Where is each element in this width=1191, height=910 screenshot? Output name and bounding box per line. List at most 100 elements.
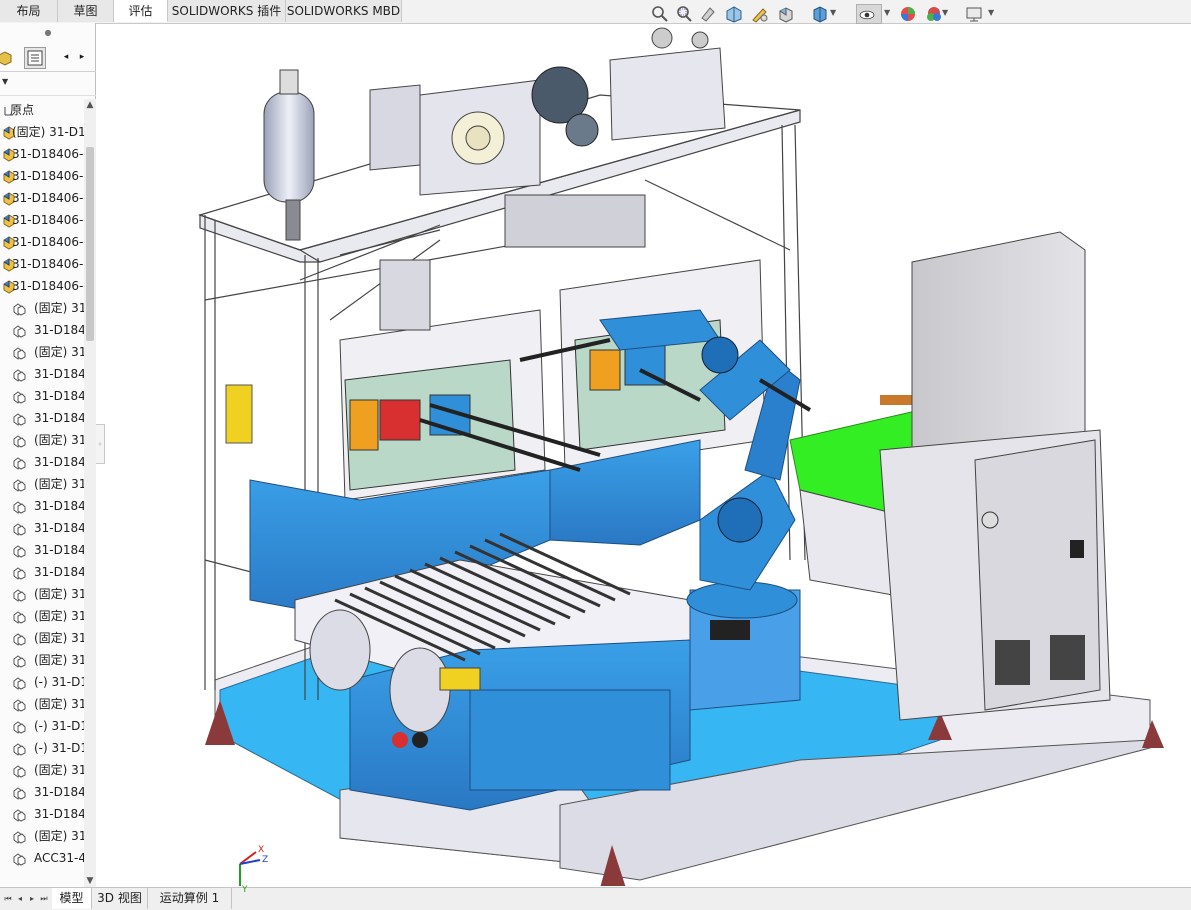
scene-dropdown-arrow[interactable]: ▼	[942, 8, 948, 17]
tree-item[interactable]: (固定) 31	[0, 583, 84, 605]
tree-item[interactable]: 31-D184	[0, 385, 84, 407]
tree-item-label: 31-D184	[34, 367, 84, 381]
tree-item-label: (固定) 31	[34, 477, 84, 491]
edit-appearance-icon[interactable]	[898, 4, 918, 24]
tree-item[interactable]: (固定) 31	[0, 297, 84, 319]
hide-show-items-icon[interactable]	[856, 4, 882, 24]
scroll-thumb[interactable]	[86, 147, 94, 341]
tree-item-label: 原点	[10, 103, 35, 117]
tree-item[interactable]: (-) 31-D1	[0, 671, 84, 693]
previous-tab-icon[interactable]: ◂	[14, 891, 26, 907]
tree-item-label: (固定) 31	[34, 587, 84, 601]
reference-triad: X Y Z	[239, 845, 268, 894]
tree-item-label: (-) 31-D1	[34, 719, 84, 733]
property-manager-tab-icon[interactable]	[24, 47, 46, 69]
tab-solidworks-mbd[interactable]: SOLIDWORKS MBD	[286, 0, 402, 22]
tree-expand-arrow-icon[interactable]: ▼	[2, 77, 8, 86]
panel-grip[interactable]: ●	[0, 23, 96, 43]
tree-item[interactable]: 31-D18406-0	[0, 165, 84, 187]
tab-model[interactable]: 模型	[52, 888, 92, 909]
tree-item[interactable]: 31-D184	[0, 319, 84, 341]
last-tab-icon[interactable]: ⏭	[38, 891, 50, 907]
triad-y-label: Y	[241, 885, 248, 894]
display-style-icon[interactable]	[810, 4, 830, 24]
next-tab-icon[interactable]: ▸	[26, 891, 38, 907]
tree-item[interactable]: 31-D184	[0, 539, 84, 561]
scroll-down-icon[interactable]: ▼	[84, 875, 96, 887]
tree-item[interactable]: (固定) 31	[0, 473, 84, 495]
tree-item[interactable]: 31-D18406-0	[0, 143, 84, 165]
feature-tree: 原点 (固定) 31-D1 31-D18406-0 31-D18406-0 31-D1…	[0, 99, 84, 885]
subassembly-icon	[12, 785, 26, 800]
tab-sketch[interactable]: 草图	[58, 0, 114, 22]
scroll-up-icon[interactable]: ▲	[84, 99, 96, 111]
zoom-to-fit-icon[interactable]	[650, 4, 670, 24]
tree-item[interactable]: 31-D184	[0, 803, 84, 825]
heads-up-view-toolbar: ▼ ▼ ▼ ▼	[646, 4, 1006, 26]
subassembly-icon	[12, 477, 26, 492]
section-view-icon[interactable]	[724, 4, 744, 24]
tree-filter-row: ▼	[0, 73, 96, 96]
tab-3d-view[interactable]: 3D 视图	[92, 888, 148, 909]
bottom-tab-bar: ⏮ ◂ ▸ ⏭ 模型 3D 视图 运动算例 1	[0, 887, 1191, 910]
tree-item[interactable]: (固定) 31	[0, 605, 84, 627]
previous-view-icon[interactable]	[698, 4, 718, 24]
graphics-area[interactable]: X Y Z	[100, 24, 1191, 894]
robot-cell-assembly-model[interactable]	[100, 24, 1191, 886]
panel-scroll-right-icon[interactable]: ▸	[74, 47, 90, 69]
tree-item[interactable]: 31-D18406-0	[0, 209, 84, 231]
tree-item[interactable]: (固定) 31-D1	[0, 121, 84, 143]
tree-item[interactable]: (固定) 31	[0, 759, 84, 781]
tree-item[interactable]: (-) 31-D1	[0, 737, 84, 759]
tree-item-label: ACC31-4	[34, 851, 84, 865]
tree-item[interactable]: 31-D184	[0, 363, 84, 385]
tree-item-label: (-) 31-D1	[34, 675, 84, 689]
subassembly-icon	[12, 345, 26, 360]
feature-manager-tab-icon[interactable]	[0, 47, 16, 69]
tree-item[interactable]: 31-D184	[0, 451, 84, 473]
tree-item[interactable]: (固定) 31	[0, 649, 84, 671]
first-tab-icon[interactable]: ⏮	[2, 891, 14, 907]
tree-item[interactable]: (固定) 31	[0, 825, 84, 847]
tree-item[interactable]: (固定) 31	[0, 693, 84, 715]
tree-item[interactable]: (固定) 31	[0, 429, 84, 451]
tree-item-label: 31-D18406-0	[12, 235, 84, 249]
tree-item[interactable]: 31-D184	[0, 495, 84, 517]
subassembly-icon	[12, 587, 26, 602]
tree-item-label: 31-D184	[34, 543, 84, 557]
subassembly-icon	[12, 389, 26, 404]
tree-item[interactable]: 31-D18406-0	[0, 275, 84, 297]
tab-layout[interactable]: 布局	[0, 0, 58, 22]
manager-tabs: ◂ ▸	[0, 45, 96, 72]
apply-scene-icon[interactable]	[924, 4, 944, 24]
tree-scrollbar[interactable]: ▲ ▼	[84, 99, 96, 887]
view-orientation-icon[interactable]	[776, 4, 796, 24]
tab-motion-study-1[interactable]: 运动算例 1	[148, 888, 232, 909]
view-settings-icon[interactable]	[964, 4, 984, 24]
tab-evaluate[interactable]: 评估	[114, 0, 168, 22]
hydraulic-unit	[369, 27, 726, 196]
zoom-to-area-icon[interactable]	[674, 4, 694, 24]
tree-item-origin[interactable]: 原点	[0, 99, 84, 121]
tree-item[interactable]: ACC31-4	[0, 847, 84, 869]
display-style-dropdown-arrow[interactable]: ▼	[830, 8, 836, 17]
hide-show-dropdown-arrow[interactable]: ▼	[884, 8, 890, 17]
tree-item[interactable]: 31-D184	[0, 781, 84, 803]
tree-item[interactable]: (-) 31-D1	[0, 715, 84, 737]
tree-item-label: (固定) 31	[34, 609, 84, 623]
tree-item[interactable]: (固定) 31	[0, 341, 84, 363]
view-settings-dropdown-arrow[interactable]: ▼	[988, 8, 994, 17]
panel-scroll-left-icon[interactable]: ◂	[58, 47, 74, 69]
tree-item[interactable]: 31-D184	[0, 407, 84, 429]
tab-solidworks-addins[interactable]: SOLIDWORKS 插件	[168, 0, 286, 22]
subassembly-icon	[12, 367, 26, 382]
electrical-cabinet	[879, 231, 1111, 721]
tree-item-label: 31-D184	[34, 455, 84, 469]
tree-item[interactable]: 31-D18406-0	[0, 187, 84, 209]
tree-item[interactable]: 31-D18406-0	[0, 231, 84, 253]
dynamic-annotation-icon[interactable]	[750, 4, 770, 24]
tree-item[interactable]: 31-D184	[0, 561, 84, 583]
tree-item[interactable]: 31-D18406-0	[0, 253, 84, 275]
tree-item[interactable]: (固定) 31	[0, 627, 84, 649]
tree-item[interactable]: 31-D184	[0, 517, 84, 539]
